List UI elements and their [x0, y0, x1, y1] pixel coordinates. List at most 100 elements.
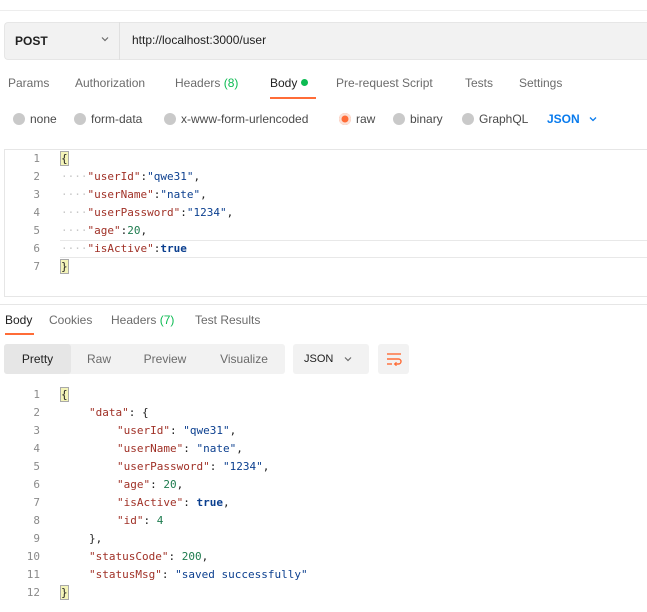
view-visualize-button[interactable]: Visualize	[203, 344, 285, 374]
response-tab-body[interactable]: Body	[5, 313, 32, 327]
tab-tests[interactable]: Tests	[465, 76, 493, 90]
json-key: "userId"	[87, 170, 141, 183]
json-value: "saved successfully"	[175, 568, 308, 581]
radio-selected-icon	[339, 113, 351, 125]
view-preview-button[interactable]: Preview	[127, 344, 203, 374]
json-key: "userId"	[117, 424, 170, 437]
json-key: "age"	[117, 478, 151, 491]
top-divider	[0, 10, 647, 11]
json-value: true	[196, 496, 223, 509]
response-tab-test-results[interactable]: Test Results	[195, 313, 260, 327]
json-comma: ,	[222, 496, 230, 509]
wrap-lines-icon	[386, 353, 402, 366]
tab-authorization[interactable]: Authorization	[75, 76, 145, 90]
line-number: 4	[33, 206, 40, 219]
line-number: 9	[33, 532, 40, 545]
wrap-lines-button[interactable]	[378, 344, 409, 374]
json-key: "isActive"	[117, 496, 184, 509]
tab-prerequest-script[interactable]: Pre-request Script	[336, 76, 433, 90]
modified-dot-icon	[301, 79, 309, 86]
code-line: },	[89, 530, 102, 548]
radio-none[interactable]: none	[13, 112, 57, 126]
view-pretty-button[interactable]: Pretty	[4, 344, 71, 374]
response-tab-cookies[interactable]: Cookies	[49, 313, 92, 327]
line-number: 3	[33, 424, 40, 437]
line-number: 11	[26, 568, 40, 581]
radio-graphql[interactable]: GraphQL	[462, 112, 528, 126]
response-tab-headers-count: (7)	[159, 313, 175, 327]
body-format-select[interactable]: JSON	[547, 112, 598, 126]
json-key: "data"	[89, 406, 129, 419]
code-line: "userId": "qwe31",	[117, 422, 236, 440]
url-input[interactable]: http://localhost:3000/user	[132, 33, 266, 47]
radio-circle-icon	[462, 113, 474, 125]
json-comma: ,	[229, 424, 237, 437]
tab-settings[interactable]: Settings	[519, 76, 562, 90]
json-colon: :	[180, 206, 187, 219]
indent-dots: ····	[61, 170, 88, 183]
tab-body[interactable]: Body	[270, 76, 309, 90]
tab-body-underline	[270, 97, 316, 99]
tab-headers-label: Headers	[175, 76, 221, 90]
indent-dots: ····	[61, 206, 88, 219]
json-colon: :	[150, 478, 164, 491]
code-line: ····"age":20,	[61, 222, 147, 240]
json-comma: ,	[226, 206, 234, 219]
line-number: 6	[33, 242, 40, 255]
json-value: "nate"	[196, 442, 237, 455]
tab-body-label: Body	[270, 76, 298, 90]
json-comma: ,	[200, 188, 207, 201]
response-tab-body-underline	[5, 333, 34, 335]
open-brace: {	[60, 387, 69, 402]
line-number: 7	[33, 496, 40, 509]
json-value: 20	[127, 224, 141, 237]
response-tab-headers[interactable]: Headers (7)	[111, 313, 174, 327]
radio-form-data[interactable]: form-data	[74, 112, 142, 126]
pane-divider[interactable]	[0, 304, 647, 305]
indent-dots: ····	[61, 188, 88, 201]
code-line: {	[60, 386, 69, 404]
tab-params[interactable]: Params	[8, 76, 49, 90]
radio-raw[interactable]: raw	[339, 112, 375, 126]
chevron-down-icon	[344, 357, 352, 362]
close-brace: }	[60, 585, 69, 600]
radio-urlencoded[interactable]: x-www-form-urlencoded	[164, 112, 308, 126]
json-key: "userName"	[87, 188, 154, 201]
json-open-object: : {	[128, 406, 149, 419]
line-number: 7	[33, 260, 40, 273]
json-value: "qwe31"	[147, 170, 194, 183]
radio-binary-label: binary	[410, 112, 443, 126]
json-comma: ,	[201, 550, 209, 563]
code-line: "statusCode": 200,	[89, 548, 208, 566]
radio-circle-icon	[74, 113, 86, 125]
json-value: 4	[156, 514, 164, 527]
json-key: "statusMsg"	[89, 568, 162, 581]
json-colon: :	[168, 550, 182, 563]
line-number: 1	[33, 388, 40, 401]
json-colon: :	[169, 424, 184, 437]
radio-binary[interactable]: binary	[393, 112, 443, 126]
json-comma: ,	[236, 442, 243, 455]
json-comma: ,	[140, 224, 148, 237]
code-line: "id": 4	[117, 512, 163, 530]
method-select[interactable]: POST	[4, 22, 120, 60]
indent-dots: ····	[61, 242, 88, 255]
radio-circle-icon	[393, 113, 405, 125]
json-key: "id"	[117, 514, 144, 527]
json-value: "qwe31"	[183, 424, 230, 437]
json-value: true	[160, 242, 187, 255]
view-raw-button[interactable]: Raw	[71, 344, 127, 374]
tab-headers[interactable]: Headers (8)	[175, 76, 238, 90]
method-label: POST	[15, 34, 48, 48]
json-comma: ,	[262, 460, 270, 473]
code-line: "age": 20,	[117, 476, 183, 494]
line-number: 3	[33, 188, 40, 201]
json-value: "1234"	[186, 206, 227, 219]
line-number: 2	[33, 170, 40, 183]
json-close-object: },	[89, 532, 103, 545]
line-number: 6	[33, 478, 40, 491]
response-format-select[interactable]: JSON	[293, 344, 369, 374]
radio-form-data-label: form-data	[91, 112, 143, 126]
indent-dots: ····	[61, 224, 88, 237]
radio-raw-label: raw	[356, 112, 376, 126]
